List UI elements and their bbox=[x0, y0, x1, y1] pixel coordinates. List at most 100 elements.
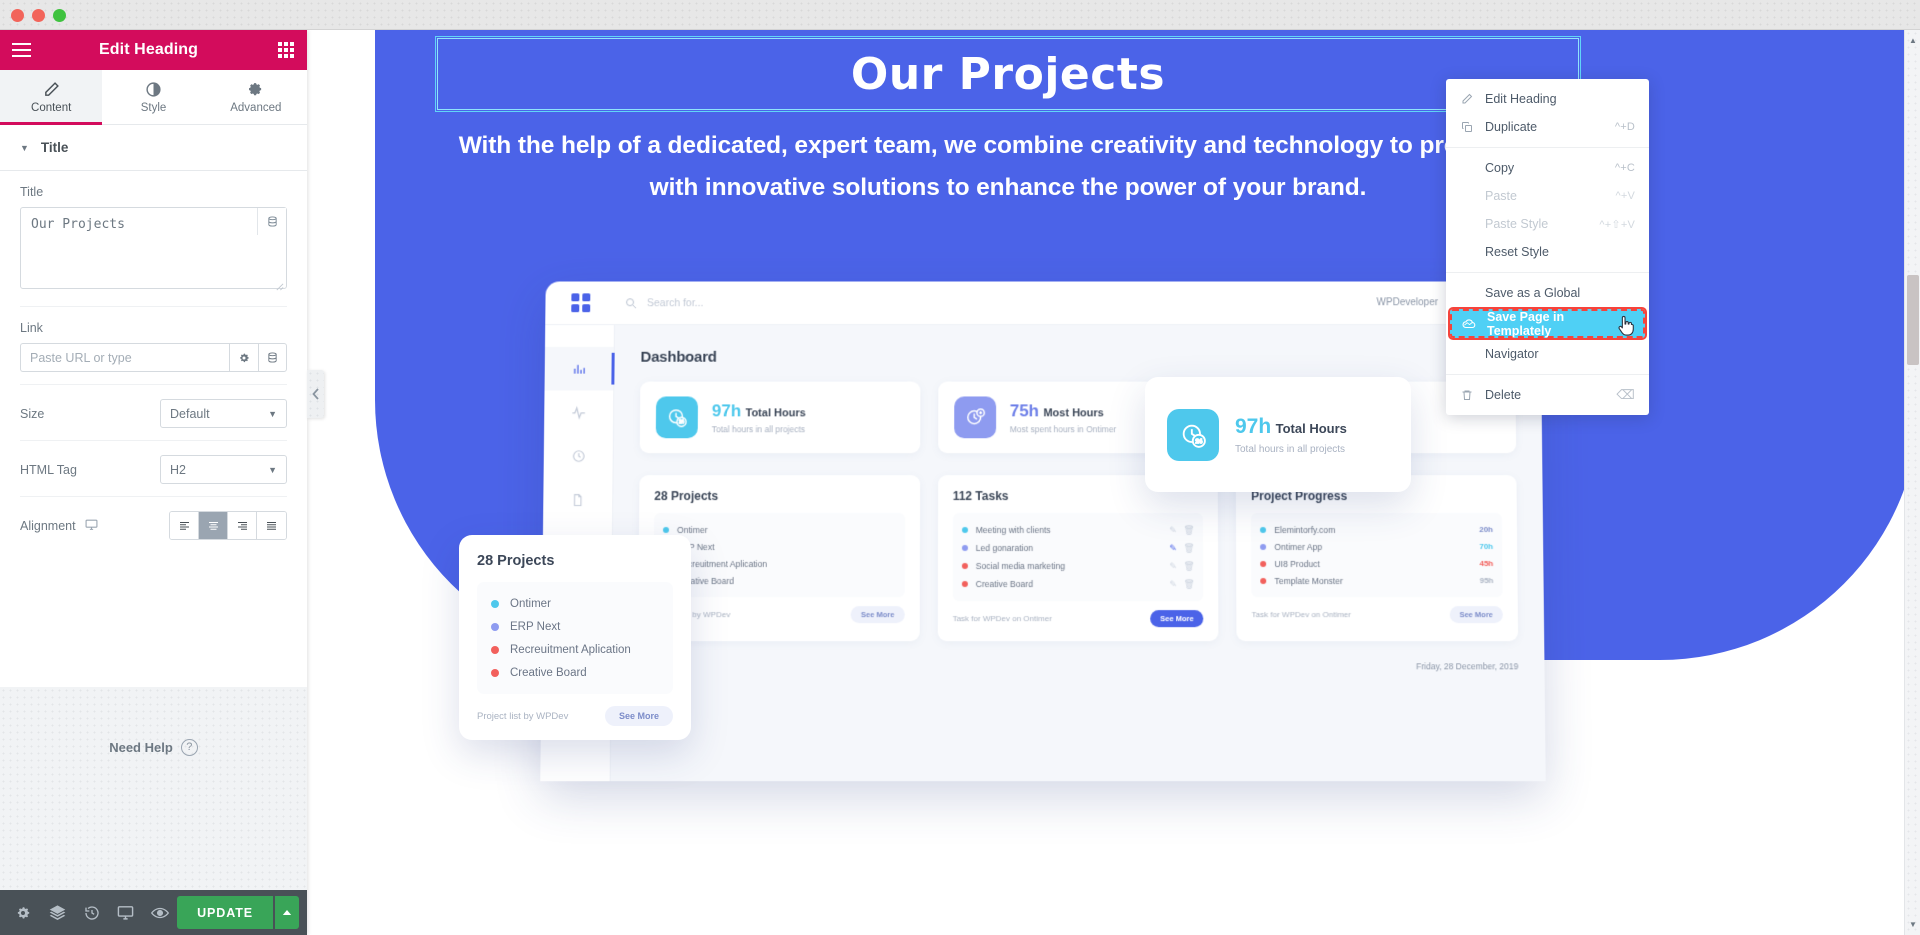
html-tag-select[interactable]: H2 ▼ bbox=[160, 455, 287, 484]
panel-header: Edit Heading bbox=[0, 30, 307, 70]
scrollbar-thumb[interactable] bbox=[1907, 275, 1919, 365]
sidebar-item-analytics[interactable] bbox=[544, 346, 614, 391]
context-menu-item-delete[interactable]: Delete ⌫ bbox=[1446, 381, 1649, 409]
hero-subtitle: With the help of a dedicated, expert tea… bbox=[415, 125, 1601, 209]
context-menu-separator bbox=[1446, 147, 1649, 148]
scroll-down-arrow[interactable]: ▼ bbox=[1909, 920, 1917, 929]
close-window-button[interactable] bbox=[11, 9, 24, 22]
context-menu-item-save-as-global[interactable]: Save as a Global bbox=[1446, 279, 1649, 307]
app-screen: Our Projects With the help of a dedicate… bbox=[0, 0, 1920, 935]
settings-gear-icon[interactable] bbox=[6, 890, 40, 935]
pointer-hand-cursor bbox=[1616, 315, 1635, 337]
edit-pencil-icon[interactable]: ✎ bbox=[1169, 525, 1176, 536]
panel-tabs: Content Style Advanced bbox=[0, 70, 307, 125]
context-menu-item-edit-heading[interactable]: Edit Heading bbox=[1446, 85, 1649, 113]
panel-collapse-handle[interactable] bbox=[307, 370, 324, 418]
minimize-window-button[interactable] bbox=[32, 9, 45, 22]
widgets-grid-icon[interactable] bbox=[265, 30, 307, 70]
copy-icon bbox=[1460, 121, 1474, 133]
tasks-mini-card: 112 Tasks Meeting with clients ✎ 🗑 Led gon… bbox=[937, 475, 1219, 642]
see-more-button[interactable]: See More bbox=[850, 606, 905, 624]
sidebar-item-pulse[interactable] bbox=[544, 391, 613, 435]
vertical-scrollbar[interactable]: ▲ ▼ bbox=[1904, 30, 1920, 935]
tab-style[interactable]: Style bbox=[102, 70, 205, 124]
section-header-title[interactable]: ▼ Title bbox=[0, 125, 307, 171]
tab-content[interactable]: Content bbox=[0, 70, 103, 125]
dashboard-panel-row: 28 Projects Ontimer ERP Next Recreuitmen… bbox=[638, 475, 1519, 642]
context-menu-item-navigator[interactable]: Navigator bbox=[1446, 340, 1649, 368]
history-icon[interactable] bbox=[74, 890, 108, 935]
see-more-button[interactable]: See More bbox=[1150, 610, 1204, 628]
panel-footer-toolbar: UPDATE bbox=[0, 890, 307, 935]
trash-icon bbox=[1460, 389, 1474, 401]
sidebar-item-file[interactable] bbox=[543, 478, 612, 522]
context-menu-item-save-page-in-templately[interactable]: Save Page in Templately bbox=[1448, 307, 1647, 340]
context-menu-item-duplicate[interactable]: Duplicate ^+D bbox=[1446, 113, 1649, 141]
align-center-button[interactable] bbox=[199, 512, 228, 539]
tab-advanced-label: Advanced bbox=[230, 102, 282, 114]
trash-icon[interactable]: 🗑 bbox=[1184, 561, 1195, 572]
context-menu-item-reset-style[interactable]: Reset Style bbox=[1446, 238, 1649, 266]
desktop-icon[interactable] bbox=[85, 518, 98, 534]
list-item: ERP Next bbox=[662, 538, 896, 555]
see-more-button[interactable]: See More bbox=[604, 706, 673, 726]
update-options-chevron-up-icon[interactable] bbox=[275, 896, 299, 929]
database-icon[interactable] bbox=[257, 208, 286, 235]
list-item: UI8 Product 45h bbox=[1260, 555, 1493, 572]
gear-icon[interactable] bbox=[229, 343, 258, 372]
database-icon[interactable] bbox=[258, 343, 287, 372]
svg-text:24: 24 bbox=[679, 420, 685, 425]
context-menu-item-paste-style: Paste Style ^+⇧+V bbox=[1446, 210, 1649, 238]
hamburger-icon[interactable] bbox=[0, 30, 42, 70]
maximize-window-button[interactable] bbox=[53, 9, 66, 22]
align-justify-button[interactable] bbox=[257, 512, 286, 539]
trash-icon[interactable]: 🗑 bbox=[1183, 542, 1194, 553]
dashboard-search[interactable]: Search for... bbox=[615, 296, 704, 309]
edit-pencil-icon[interactable]: ✎ bbox=[1169, 561, 1176, 572]
align-left-button[interactable] bbox=[170, 512, 199, 539]
layers-icon[interactable] bbox=[40, 890, 74, 935]
sidebar-item-clock[interactable] bbox=[544, 434, 613, 478]
panel-filler: Need Help ? bbox=[0, 686, 307, 890]
edit-pencil-icon[interactable]: ✎ bbox=[1169, 542, 1176, 553]
context-menu-item-copy[interactable]: Copy ^+C bbox=[1446, 154, 1649, 182]
magnifier-icon bbox=[625, 297, 637, 309]
context-menu-item-label: Save as a Global bbox=[1485, 286, 1581, 300]
context-menu-separator bbox=[1446, 374, 1649, 375]
see-more-button[interactable]: See More bbox=[1449, 606, 1503, 624]
title-input[interactable] bbox=[20, 207, 287, 289]
control-link: Link bbox=[20, 307, 287, 385]
schedule-subhead: Working Hour bbox=[638, 681, 1519, 691]
widget-context-menu: Edit Heading Duplicate ^+D Copy ^+C Past… bbox=[1446, 79, 1649, 415]
link-input[interactable] bbox=[20, 343, 229, 372]
edit-pencil-icon[interactable]: ✎ bbox=[1169, 579, 1176, 590]
html-tag-select-value: H2 bbox=[170, 462, 186, 477]
pencil-icon bbox=[43, 80, 60, 98]
align-right-button[interactable] bbox=[228, 512, 257, 539]
context-menu-item-shortcut: ^+⇧+V bbox=[1599, 218, 1635, 231]
size-select[interactable]: Default ▼ bbox=[160, 399, 287, 428]
context-menu-item-shortcut: ⌫ bbox=[1616, 387, 1635, 402]
trash-icon[interactable]: 🗑 bbox=[1183, 525, 1194, 536]
list-item: Template Monster 95h bbox=[1260, 572, 1494, 589]
title-textarea-wrapper bbox=[20, 207, 287, 294]
responsive-desktop-icon[interactable] bbox=[109, 890, 143, 935]
list-item: ERP Next bbox=[491, 615, 659, 638]
elementor-editor-panel: Edit Heading Content Style Advanced ▼ Ti… bbox=[0, 30, 307, 935]
trash-icon[interactable]: 🗑 bbox=[1184, 579, 1195, 590]
chevron-down-icon[interactable]: ▼ bbox=[20, 143, 29, 153]
tab-advanced[interactable]: Advanced bbox=[204, 70, 307, 124]
list-item-label: Creative Board bbox=[975, 579, 1033, 590]
progress-mini-list: Elemintorfy.com 20h Ontimer App 70h UI8 Pr… bbox=[1251, 513, 1503, 598]
need-help-link[interactable]: Need Help ? bbox=[109, 738, 198, 756]
schedule-date: Friday, 28 December, 2019 bbox=[1416, 661, 1519, 672]
context-menu-item-paste: Paste ^+V bbox=[1446, 182, 1649, 210]
projects-mini-list: Ontimer ERP Next Recreuitment Aplication… bbox=[653, 513, 905, 598]
context-menu-item-label: Paste bbox=[1485, 189, 1517, 203]
size-select-value: Default bbox=[170, 406, 210, 421]
scroll-up-arrow[interactable]: ▲ bbox=[1909, 36, 1917, 45]
update-button[interactable]: UPDATE bbox=[177, 896, 273, 929]
dashboard-search-placeholder: Search for... bbox=[646, 296, 704, 309]
stat-value: 97h bbox=[1235, 414, 1272, 438]
preview-eye-icon[interactable] bbox=[143, 890, 177, 935]
